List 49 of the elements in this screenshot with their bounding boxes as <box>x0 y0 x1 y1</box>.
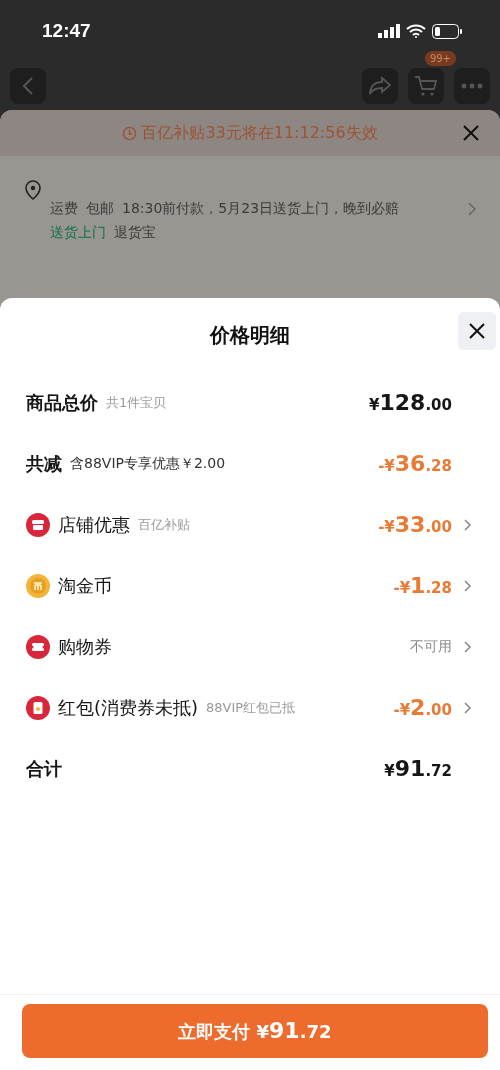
signal-icon <box>378 24 400 38</box>
row-amount: -¥2.00 <box>393 695 452 720</box>
row-label: 红包(消费券未抵) <box>58 695 199 720</box>
wifi-icon <box>406 24 426 38</box>
more-icon <box>461 83 483 89</box>
row-note: 百亿补贴 <box>138 515 190 534</box>
cart-badge: 99+ <box>424 51 456 66</box>
cart-icon <box>414 75 438 97</box>
battery-icon <box>432 23 462 39</box>
chevron-right-icon <box>468 202 476 216</box>
row-label: 商品总价 <box>26 390 98 415</box>
pay-now-button[interactable]: 立即支付 ¥91.72 <box>22 1004 488 1058</box>
row-label: 购物券 <box>58 634 112 659</box>
coin-icon <box>26 573 50 598</box>
status-time: 12:47 <box>42 20 91 42</box>
row-label: 共减 <box>26 451 62 476</box>
service-tag: 退货宝 <box>114 224 156 242</box>
location-pin-icon <box>24 180 42 200</box>
row-amount: -¥33.00 <box>378 512 452 537</box>
close-icon[interactable] <box>462 124 480 142</box>
close-icon <box>468 322 486 340</box>
row-amount: ¥91.72 <box>384 756 452 781</box>
share-button[interactable] <box>362 68 398 104</box>
ticket-icon <box>26 634 50 659</box>
shipping-fee-value: 包邮 <box>86 200 114 218</box>
more-button[interactable] <box>454 68 490 104</box>
shipping-fee-label: 运费 <box>50 200 78 218</box>
shop-icon <box>26 512 50 537</box>
clock-icon <box>122 125 138 141</box>
row-amount: -¥36.28 <box>378 451 452 476</box>
service-tag: 送货上门 <box>50 224 106 242</box>
row-label: 淘金币 <box>58 573 112 598</box>
row-note: 共1件宝贝 <box>106 393 167 412</box>
row-note: 含88VIP专享优惠￥2.00 <box>70 454 226 473</box>
share-icon <box>368 76 392 96</box>
back-button[interactable] <box>10 68 46 104</box>
sheet-title: 价格明细 <box>210 321 290 349</box>
envelope-icon <box>26 695 50 720</box>
row-amount: 不可用 <box>410 637 452 656</box>
row-amount: -¥1.28 <box>393 573 452 598</box>
chevron-left-icon <box>22 76 34 96</box>
delivery-text: 18:30前付款，5月23日送货上门，晚到必赔 <box>122 200 400 218</box>
row-note: 88VIP红包已抵 <box>206 698 296 717</box>
expiry-banner-text: 百亿补贴33元将在11:12:56失效 <box>141 122 378 144</box>
row-label: 店铺优惠 <box>58 512 130 537</box>
close-button[interactable] <box>458 312 496 350</box>
row-label: 合计 <box>26 756 62 781</box>
row-amount: ¥128.00 <box>369 390 452 415</box>
cart-button[interactable] <box>408 68 444 104</box>
